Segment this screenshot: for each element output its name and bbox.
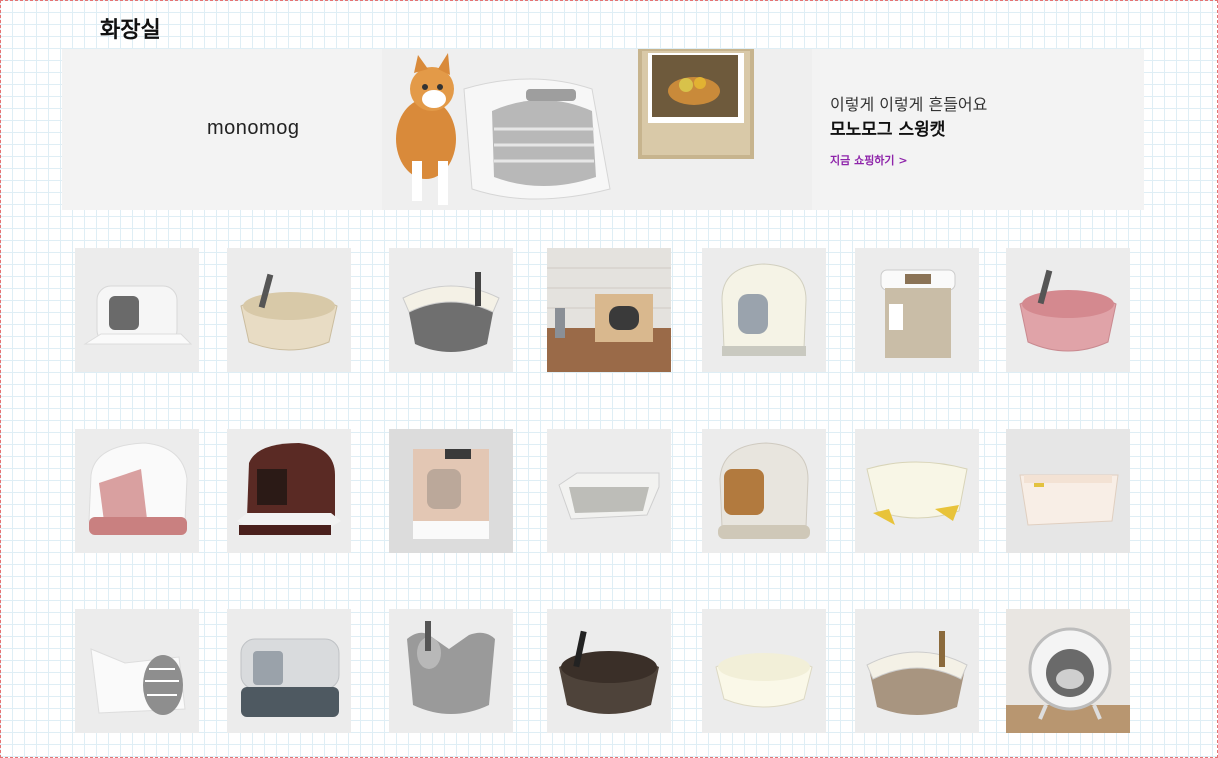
open-litter-tray-taupe-icon bbox=[866, 631, 968, 715]
product-thumbnail[interactable] bbox=[389, 429, 513, 553]
high-back-litter-tray-white-icon bbox=[90, 648, 186, 715]
wooden-litter-cabinet-icon bbox=[547, 248, 671, 372]
brand-logo: monomog bbox=[207, 117, 300, 139]
square-litter-tray-ivory-icon bbox=[1006, 429, 1130, 553]
oval-litter-tray-ivory-icon bbox=[715, 653, 813, 708]
top-entry-litter-box-tan-icon bbox=[389, 429, 513, 553]
product-thumbnail[interactable] bbox=[547, 429, 671, 553]
page-title: 화장실 bbox=[100, 18, 161, 43]
open-litter-tray-beige-icon bbox=[240, 273, 338, 351]
product-thumbnail[interactable] bbox=[702, 609, 826, 733]
product-thumbnail[interactable] bbox=[75, 248, 199, 372]
hooded-litter-box-grey-icon bbox=[240, 638, 340, 717]
automatic-litter-box-white-icon bbox=[1006, 609, 1130, 733]
open-litter-tray-pink-icon bbox=[1019, 269, 1117, 352]
product-thumbnail[interactable] bbox=[855, 429, 979, 553]
promo-banner[interactable]: monomog 이렇게 이렇게 흔들어요 모노모그 스윙캣 지금 쇼핑하기 > bbox=[62, 49, 1144, 210]
product-thumbnail[interactable] bbox=[227, 429, 351, 553]
product-thumbnail[interactable] bbox=[75, 429, 199, 553]
product-thumbnail[interactable] bbox=[547, 248, 671, 372]
banner-product-image bbox=[382, 49, 812, 210]
product-thumbnail[interactable] bbox=[702, 429, 826, 553]
product-thumbnail[interactable] bbox=[75, 609, 199, 733]
product-thumbnail[interactable] bbox=[389, 248, 513, 372]
product-thumbnail[interactable] bbox=[855, 609, 979, 733]
product-thumbnail[interactable] bbox=[855, 248, 979, 372]
product-thumbnail[interactable] bbox=[702, 248, 826, 372]
shop-now-link[interactable]: 지금 쇼핑하기 > bbox=[830, 152, 908, 168]
oval-litter-tray-brown-icon bbox=[559, 630, 659, 714]
product-thumbnail[interactable] bbox=[227, 248, 351, 372]
hooded-litter-box-brown-icon bbox=[237, 443, 341, 535]
dome-litter-box-amber-door-icon bbox=[718, 442, 810, 539]
hooded-litter-box-pink-icon bbox=[88, 442, 188, 535]
banner-product-name: 모노모그 스윙캣 bbox=[830, 120, 946, 140]
product-thumbnail[interactable] bbox=[1006, 248, 1130, 372]
product-thumbnail[interactable] bbox=[1006, 429, 1130, 553]
top-entry-litter-box-beige-icon bbox=[880, 269, 956, 358]
product-thumbnail[interactable] bbox=[389, 609, 513, 733]
covered-litter-box-white-icon bbox=[83, 285, 193, 345]
banner-headline: 이렇게 이렇게 흔들어요 bbox=[830, 95, 988, 114]
product-thumbnail[interactable] bbox=[1006, 609, 1130, 733]
product-thumbnail[interactable] bbox=[547, 609, 671, 733]
swing-litter-tray-grey-icon bbox=[407, 621, 495, 714]
product-thumbnail[interactable] bbox=[227, 609, 351, 733]
square-litter-tray-yellow-icon bbox=[866, 461, 968, 525]
low-litter-tray-grey-icon bbox=[558, 472, 660, 520]
dome-litter-box-cream-icon bbox=[721, 263, 807, 356]
open-litter-tray-grey-icon bbox=[402, 272, 500, 352]
